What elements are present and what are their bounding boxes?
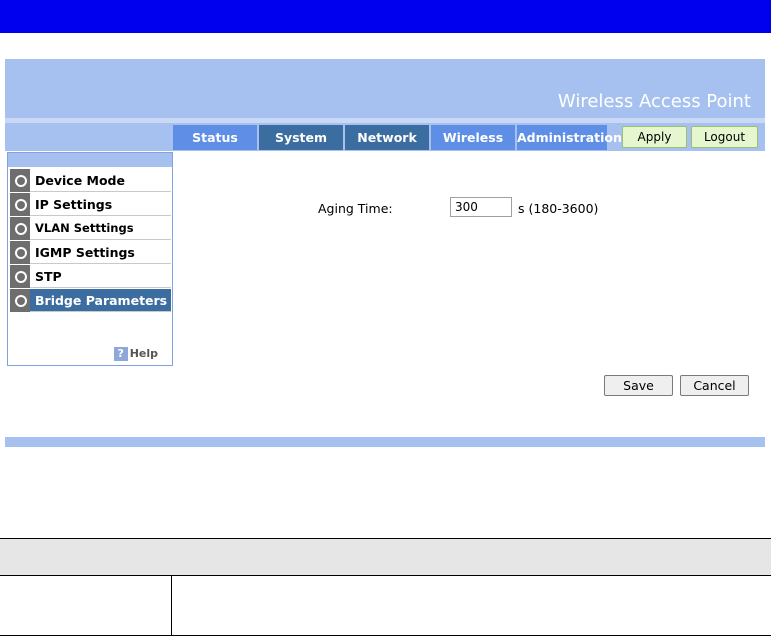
sidebar-menu: Device Mode IP Settings VLAN Setttings I… [7, 152, 173, 366]
description-table [0, 538, 771, 637]
radio-circle-icon [10, 289, 30, 312]
tab-administration[interactable]: Administration [517, 125, 622, 150]
radio-circle-icon [10, 265, 30, 288]
banner-title: Wireless Access Point [557, 91, 751, 112]
sidebar-item-ip-settings[interactable]: IP Settings [10, 193, 171, 216]
sidebar-item-label: IP Settings [35, 197, 113, 212]
radio-circle-icon [10, 241, 30, 264]
cancel-button[interactable]: Cancel [680, 375, 749, 396]
sidebar-item-device-mode[interactable]: Device Mode [10, 169, 171, 192]
sidebar-item-label: Bridge Parameters [35, 293, 168, 308]
sidebar-item-igmp-settings[interactable]: IGMP Settings [10, 241, 171, 264]
tab-system[interactable]: System [259, 125, 343, 150]
aging-time-input[interactable] [450, 197, 512, 217]
sidebar-item-bridge-parameters[interactable]: Bridge Parameters [10, 289, 171, 312]
aging-time-unit: s (180-3600) [518, 201, 599, 216]
sidebar-header [8, 153, 172, 167]
tab-wireless[interactable]: Wireless [431, 125, 515, 150]
sidebar-item-label: Device Mode [35, 173, 125, 188]
radio-circle-icon [10, 169, 30, 192]
table-bottom-border [0, 635, 771, 636]
sidebar-item-label: STP [35, 269, 62, 284]
sidebar-item-label: IGMP Settings [35, 245, 135, 260]
sidebar-item-vlan-settings[interactable]: VLAN Setttings [10, 217, 171, 240]
apply-button[interactable]: Apply [622, 126, 687, 148]
sidebar-item-label: VLAN Setttings [35, 221, 134, 235]
router-admin-frame: Wireless Access Point Status System Netw… [5, 59, 765, 447]
tab-network[interactable]: Network [345, 125, 429, 150]
radio-circle-icon [10, 217, 30, 240]
tab-status[interactable]: Status [173, 125, 257, 150]
save-button[interactable]: Save [604, 375, 673, 396]
table-cell [0, 576, 172, 636]
bottom-strip [5, 437, 765, 447]
aging-time-label: Aging Time: [318, 201, 393, 216]
radio-circle-icon [10, 193, 30, 216]
sidebar-item-stp[interactable]: STP [10, 265, 171, 288]
help-link[interactable]: ? Help [113, 347, 158, 361]
help-label: Help [129, 347, 158, 360]
logout-button[interactable]: Logout [691, 126, 758, 148]
table-header-row [0, 538, 771, 576]
help-question-icon: ? [113, 347, 128, 361]
banner: Wireless Access Point [5, 59, 765, 118]
top-bar [0, 0, 771, 33]
